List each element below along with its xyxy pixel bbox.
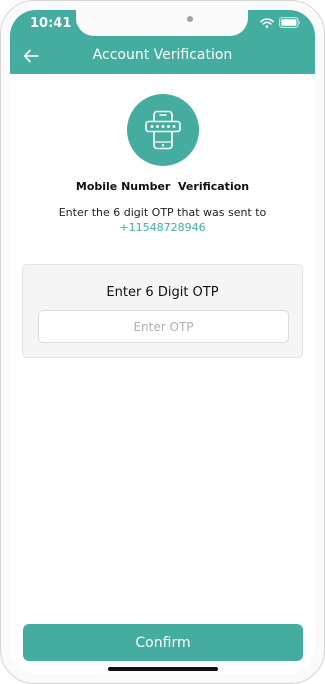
device-notch: [76, 10, 248, 36]
navigation-bar: Account Verification: [10, 38, 315, 74]
verification-title: Mobile Number Verification: [75, 180, 250, 193]
wifi-icon: [260, 17, 274, 28]
otp-card: Enter 6 Digit OTP: [22, 264, 303, 358]
otp-instruction: Enter the 6 digit OTP that was sent to: [58, 206, 267, 219]
phone-frame: 10:41 Account Verification Mobile Number…: [0, 0, 325, 684]
app-header: 10:41 Account Verification: [10, 10, 315, 74]
phone-password-icon: [145, 110, 181, 150]
app-screen: 10:41 Account Verification Mobile Number…: [10, 10, 315, 674]
status-time: 10:41: [30, 16, 72, 31]
camera-dot: [187, 16, 193, 22]
phone-number: +11548728946: [119, 221, 206, 234]
status-bar: 10:41: [10, 10, 315, 38]
arrow-left-icon: [23, 49, 39, 63]
otp-input[interactable]: [38, 310, 289, 343]
otp-label: Enter 6 Digit OTP: [106, 285, 219, 300]
page-title: Account Verification: [92, 47, 233, 63]
home-indicator: [108, 667, 218, 671]
back-button[interactable]: [20, 46, 42, 66]
confirm-button[interactable]: Confirm: [23, 624, 303, 661]
status-indicators: [260, 17, 301, 28]
battery-icon: [279, 17, 300, 28]
verification-badge: [127, 94, 199, 166]
